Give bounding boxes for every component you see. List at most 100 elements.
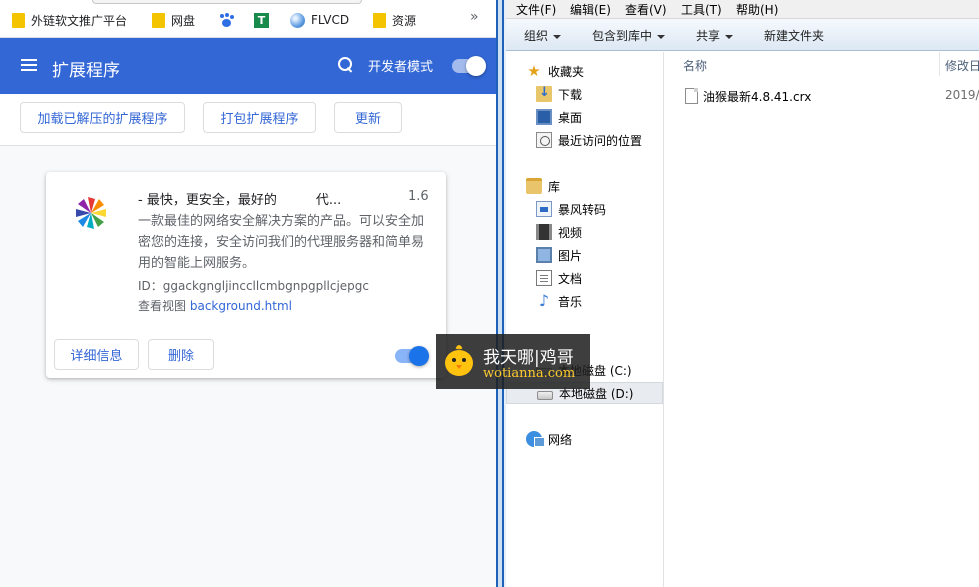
globe-icon xyxy=(290,12,305,28)
watermark-url: wotianna.com xyxy=(483,366,576,381)
recent-places-icon xyxy=(536,132,552,148)
nav-network[interactable]: 网络 xyxy=(526,428,572,450)
developer-mode-label: 开发者模式 xyxy=(368,60,434,75)
bookmark-label: 外链软文推广平台 xyxy=(31,13,128,28)
explorer-window: 文件(F) 编辑(E) 查看(V) 工具(T) 帮助(H) 组织 包含到库中 共… xyxy=(506,0,979,587)
file-name: 油猴最新4.8.41.crx xyxy=(703,89,812,104)
folder-icon xyxy=(373,12,386,28)
pack-extension-button[interactable]: 打包扩展程序 xyxy=(203,102,316,133)
menu-edit[interactable]: 编辑(E) xyxy=(570,1,611,18)
network-icon xyxy=(526,431,545,447)
chrome-window: 外链软文推广平台 网盘 T FLVCD 资源 » 扩展程序 开发者模式 加载已解… xyxy=(0,0,496,587)
inspect-views-label: 查看视图 xyxy=(138,299,187,313)
window-divider xyxy=(496,0,506,587)
remove-button[interactable]: 删除 xyxy=(148,339,214,370)
nav-label: 文档 xyxy=(558,271,583,286)
organize-label: 组织 xyxy=(524,29,549,43)
star-icon: ★ xyxy=(527,62,541,80)
column-separator[interactable] xyxy=(939,52,940,76)
menu-file[interactable]: 文件(F) xyxy=(516,1,556,18)
extension-name: - 最快，更安全，最好的 代... xyxy=(138,193,342,208)
bookmark-item[interactable]: 外链软文推广平台 xyxy=(12,10,127,30)
bookmark-label: FLVCD xyxy=(311,13,350,27)
command-bar: 组织 包含到库中 共享 新建文件夹 xyxy=(506,19,979,51)
file-row[interactable]: 油猴最新4.8.41.crx xyxy=(685,86,979,106)
column-header-modified[interactable]: 修改日 xyxy=(945,57,979,74)
drive-icon xyxy=(537,390,553,400)
share-button[interactable]: 共享 xyxy=(696,27,734,44)
nav-desktop[interactable]: 桌面 xyxy=(536,106,582,128)
developer-mode-toggle[interactable] xyxy=(452,56,486,76)
nav-music[interactable]: ♪ 音乐 xyxy=(536,290,582,312)
nav-label: 网络 xyxy=(548,432,573,447)
extension-description: 一款最佳的网络安全解决方案的产品。可以安全加密您的连接，安全访问我们的代理服务器… xyxy=(138,214,425,271)
nav-label: 暴风转码 xyxy=(558,202,607,217)
menu-help[interactable]: 帮助(H) xyxy=(736,1,778,18)
nav-label: 收藏夹 xyxy=(548,64,585,79)
bookmark-label: 资源 xyxy=(392,13,417,28)
search-icon[interactable] xyxy=(337,56,354,73)
details-button[interactable]: 详细信息 xyxy=(54,339,139,370)
video-icon xyxy=(536,224,552,240)
folder-icon xyxy=(12,12,25,28)
baidu-paw-icon xyxy=(219,13,234,28)
include-in-library-label: 包含到库中 xyxy=(592,29,653,43)
nav-videos[interactable]: 视频 xyxy=(536,221,582,243)
nav-libraries[interactable]: 库 xyxy=(526,175,560,197)
bookmarks-bar: 外链软文推广平台 网盘 T FLVCD 资源 » xyxy=(0,0,496,38)
watermark-title: 我天哪|鸡哥 xyxy=(483,348,574,368)
developer-toolbar: 加载已解压的扩展程序 打包扩展程序 更新 xyxy=(0,94,496,146)
bookmark-item[interactable]: T xyxy=(254,10,269,30)
page-title: 扩展程序 xyxy=(52,61,120,81)
load-unpacked-button[interactable]: 加载已解压的扩展程序 xyxy=(20,102,185,133)
document-icon xyxy=(536,270,552,286)
storm-codec-icon xyxy=(536,201,552,217)
extension-pinwheel-icon xyxy=(76,197,106,229)
chevron-down-icon xyxy=(553,34,562,39)
nav-label: 音乐 xyxy=(558,294,583,309)
desktop-icon xyxy=(536,109,552,125)
nav-label: 桌面 xyxy=(558,110,583,125)
bookmark-item[interactable]: 网盘 xyxy=(152,10,195,30)
menu-tools[interactable]: 工具(T) xyxy=(681,1,722,18)
chevron-down-icon xyxy=(725,34,734,39)
toggle-knob xyxy=(409,346,429,366)
toggle-knob xyxy=(466,56,486,76)
include-in-library-button[interactable]: 包含到库中 xyxy=(592,27,666,44)
bookmark-label: 网盘 xyxy=(171,13,196,28)
nav-label: 下载 xyxy=(558,87,583,102)
hamburger-menu-icon[interactable] xyxy=(21,59,37,71)
bookmarks-overflow-button[interactable]: » xyxy=(470,9,479,25)
bookmark-item[interactable] xyxy=(219,10,234,30)
picture-icon xyxy=(536,247,552,263)
bookmark-item[interactable]: 资源 xyxy=(373,10,416,30)
column-header-name[interactable]: 名称 xyxy=(683,57,707,74)
extensions-header: 扩展程序 开发者模式 xyxy=(0,38,496,94)
music-note-icon: ♪ xyxy=(538,291,550,310)
nav-documents[interactable]: 文档 xyxy=(536,267,582,289)
file-list: 名称 修改日 油猴最新4.8.41.crx 2019/ xyxy=(665,52,979,587)
watermark-badge: 我天哪|鸡哥 wotianna.com xyxy=(436,334,590,389)
file-modified-date: 2019/ xyxy=(945,88,979,102)
nav-pictures[interactable]: 图片 xyxy=(536,244,582,266)
inspect-views: 查看视图 background.html xyxy=(138,297,292,314)
extension-enable-toggle[interactable] xyxy=(395,346,429,366)
new-folder-button[interactable]: 新建文件夹 xyxy=(764,27,824,44)
nav-downloads[interactable]: 下载 xyxy=(536,83,582,105)
nav-label: 库 xyxy=(548,179,561,194)
extension-id: ID：ggackgngljinccllcmbgnpgpllcjepgc xyxy=(138,279,370,293)
nav-storm-codec[interactable]: 暴风转码 xyxy=(536,198,606,220)
folder-icon xyxy=(152,12,165,28)
background-page-link[interactable]: background.html xyxy=(190,299,292,313)
update-button[interactable]: 更新 xyxy=(334,102,402,133)
t-square-icon: T xyxy=(254,12,269,28)
organize-button[interactable]: 组织 xyxy=(524,27,562,44)
nav-label: 最近访问的位置 xyxy=(558,133,643,148)
download-folder-icon xyxy=(536,85,552,102)
menu-view[interactable]: 查看(V) xyxy=(625,1,667,18)
bookmark-item[interactable]: FLVCD xyxy=(290,10,349,30)
nav-label: 图片 xyxy=(558,248,583,263)
menu-bar: 文件(F) 编辑(E) 查看(V) 工具(T) 帮助(H) xyxy=(506,0,979,19)
nav-recent-places[interactable]: 最近访问的位置 xyxy=(536,129,642,151)
nav-favorites[interactable]: ★ 收藏夹 xyxy=(526,60,584,82)
